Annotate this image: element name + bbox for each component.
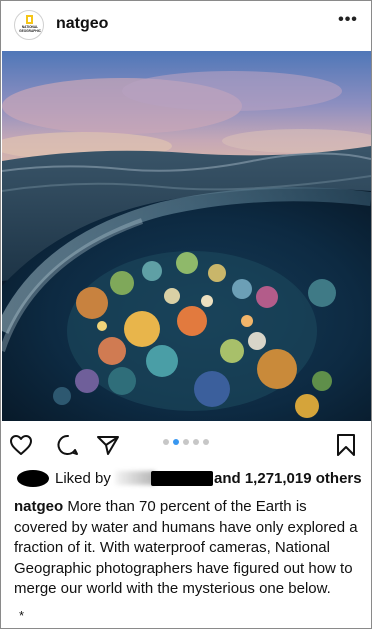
carousel-dot: [163, 439, 169, 445]
caption-text: More than 70 percent of the Earth is cov…: [14, 498, 358, 598]
likes-others: others: [315, 470, 362, 487]
natgeo-logo-icon: [26, 15, 33, 24]
post-photo[interactable]: [2, 51, 371, 421]
post-card: NATIONAL GEOGRAPHIC natgeo ••• Liked by …: [0, 0, 372, 629]
caption-username[interactable]: natgeo: [14, 498, 63, 515]
underwater-coral-photo: [2, 51, 371, 421]
carousel-dot: [193, 439, 199, 445]
likes-and: and: [214, 470, 241, 487]
likes-line: Liked by and 1,271,019 others: [11, 468, 366, 490]
carousel-dot: [203, 439, 209, 445]
post-caption: natgeo More than 70 percent of the Earth…: [14, 497, 364, 600]
post-header: NATIONAL GEOGRAPHIC natgeo •••: [1, 1, 371, 49]
liked-by-label: Liked by: [55, 470, 111, 487]
comment-icon[interactable]: [56, 433, 80, 457]
bookmark-icon[interactable]: [334, 433, 358, 457]
avatar-text-line-2: GEOGRAPHIC: [19, 29, 41, 33]
redaction-fade: [115, 471, 155, 485]
likes-number: 1,271,019: [244, 470, 312, 487]
redacted-username: [151, 471, 213, 486]
heart-icon[interactable]: [9, 433, 33, 457]
share-icon[interactable]: [96, 433, 120, 457]
liker-avatar-redacted: [17, 470, 49, 487]
caption-footnote: *: [19, 608, 25, 623]
carousel-dot-active: [173, 439, 179, 445]
likes-count[interactable]: and 1,271,019 others: [214, 468, 362, 490]
carousel-dot: [183, 439, 189, 445]
more-options-icon[interactable]: •••: [337, 12, 359, 33]
post-username[interactable]: natgeo: [56, 15, 108, 33]
avatar[interactable]: NATIONAL GEOGRAPHIC: [14, 10, 44, 40]
